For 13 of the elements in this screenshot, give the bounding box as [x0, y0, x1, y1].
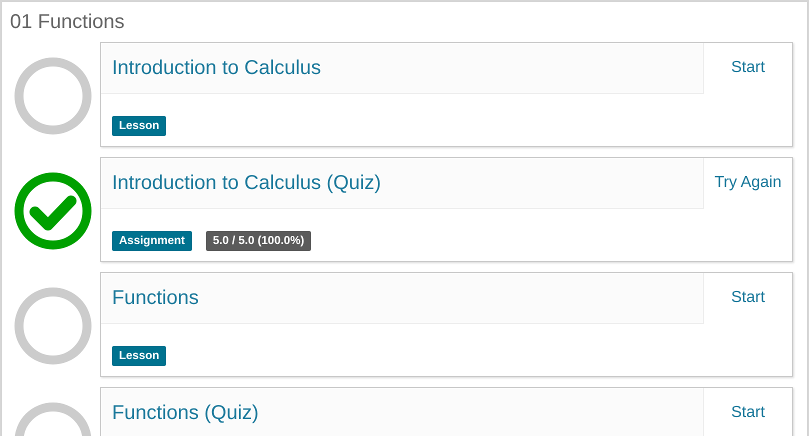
section-title: 01 Functions	[10, 10, 126, 34]
type-badge: Lesson	[112, 346, 166, 366]
activity-title-link[interactable]: Introduction to Calculus (Quiz)	[112, 172, 382, 194]
activity-title-link[interactable]: Functions	[112, 286, 199, 310]
activity-title-link[interactable]: Introduction to Calculus	[112, 56, 322, 80]
score-badge: 5.0 / 5.0 (100.0%)	[206, 231, 312, 251]
type-badge: Assignment	[112, 231, 192, 251]
type-badge: Lesson	[112, 116, 166, 136]
action-link[interactable]: Start	[704, 273, 792, 376]
activity-title-link[interactable]: Functions (Quiz)	[112, 402, 259, 424]
action-link[interactable]: Start	[704, 388, 792, 436]
action-link[interactable]: Try Again	[704, 158, 792, 261]
action-link[interactable]: Start	[704, 43, 792, 146]
